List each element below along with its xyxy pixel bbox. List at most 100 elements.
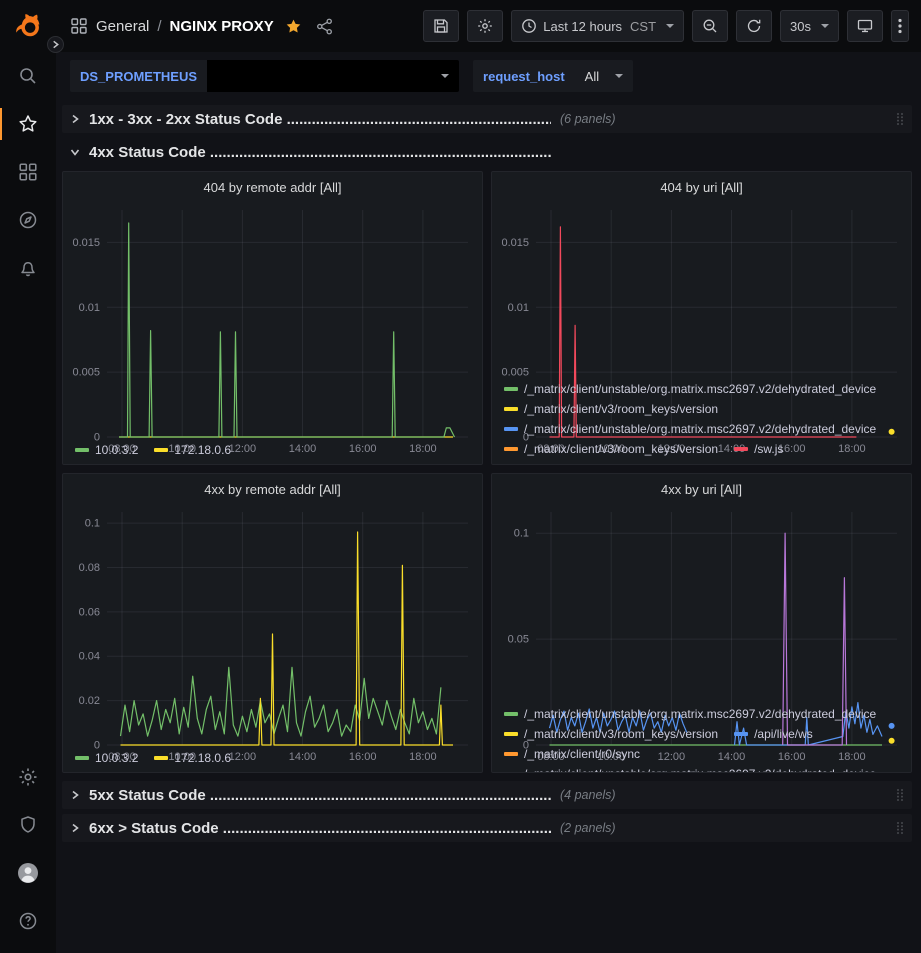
svg-text:0.08: 0.08	[79, 562, 100, 574]
variable-request-host: request_host All	[473, 60, 633, 92]
sidebar-item-configuration[interactable]	[0, 753, 56, 801]
variable-label-request-host: request_host	[473, 60, 575, 92]
dashboard-settings-button[interactable]	[467, 10, 503, 42]
sidebar-item-server-admin[interactable]	[0, 801, 56, 849]
legend-item[interactable]: /_matrix/client/unstable/org.matrix.msc2…	[504, 379, 876, 399]
panel-title-text: 404 by remote addr [All]	[203, 180, 341, 195]
legend-item[interactable]: /_matrix/client/v3/room_keys/version	[504, 399, 718, 419]
legend: 10.0.3.2 172.18.0.6	[63, 438, 482, 464]
legend-swatch	[504, 387, 518, 391]
dashboard-title[interactable]: NGINX PROXY	[170, 18, 274, 35]
row-title: 1xx - 3xx - 2xx Status Code ............…	[89, 111, 551, 128]
svg-text:0.06: 0.06	[79, 606, 100, 618]
legend-label: 172.18.0.6	[174, 440, 231, 460]
legend-item[interactable]: 10.0.3.2	[75, 748, 138, 768]
panel-title[interactable]: 4xx by remote addr [All]	[63, 474, 482, 504]
legend-item[interactable]: /sw.js	[734, 439, 783, 459]
legend-swatch	[734, 732, 748, 736]
legend-item[interactable]: 172.18.0.6	[154, 748, 231, 768]
sidebar-item-search[interactable]	[0, 52, 56, 100]
breadcrumb-folder[interactable]: General	[96, 18, 149, 35]
zoom-out-button[interactable]	[692, 10, 728, 42]
panel-title[interactable]: 404 by uri [All]	[492, 172, 911, 202]
cycle-view-mode-button[interactable]	[847, 10, 883, 42]
kebab-menu-button[interactable]	[891, 10, 909, 42]
sidebar-item-help[interactable]	[0, 897, 56, 945]
legend-swatch	[75, 448, 89, 452]
row-drag-handle[interactable]	[896, 788, 904, 802]
row-header-1xx-3xx-2xx[interactable]: 1xx - 3xx - 2xx Status Code ............…	[62, 105, 912, 133]
row-title: 4xx Status Code ........................…	[89, 144, 551, 161]
row-panel-count: (4 panels)	[560, 788, 616, 802]
sidebar-expand-button[interactable]	[47, 36, 64, 53]
save-dashboard-button[interactable]	[423, 10, 459, 42]
panel-4xx-by-remote-addr: 4xx by remote addr [All] 08:0010:0012:00…	[62, 473, 483, 773]
datasource-select[interactable]	[207, 60, 459, 92]
panel-title-text: 4xx by uri [All]	[661, 482, 742, 497]
dashboard-squares-icon	[70, 17, 88, 35]
legend-item[interactable]: /_matrix/client/unstable/org.matrix.msc2…	[504, 419, 876, 439]
legend-label: /_matrix/client/unstable/org.matrix.msc2…	[524, 379, 876, 399]
legend-item[interactable]: /_matrix/client/unstable/org.matrix.msc2…	[504, 704, 876, 724]
chart-404-by-remote-addr[interactable]: 08:0010:0012:0014:0016:0018:0000.0050.01…	[63, 202, 482, 438]
refresh-interval-label: 30s	[790, 19, 811, 34]
breadcrumb-separator: /	[157, 18, 161, 35]
gear-icon	[18, 767, 38, 787]
panel-404-by-uri: 404 by uri [All] 08:0010:0012:0014:0016:…	[491, 171, 912, 465]
chart-svg: 08:0010:0012:0014:0016:0018:0000.0050.01…	[63, 202, 482, 457]
time-range-picker[interactable]: Last 12 hours CST	[511, 10, 684, 42]
legend-item[interactable]: /_matrix/client/v3/room_keys/version	[504, 439, 718, 459]
variable-ds-prometheus: DS_PROMETHEUS	[70, 60, 459, 92]
legend-item[interactable]: 172.18.0.6	[154, 440, 231, 460]
row-panel-count: (2 panels)	[560, 821, 616, 835]
row-drag-handle[interactable]	[896, 112, 904, 126]
chevron-right-icon	[70, 114, 80, 124]
legend-item[interactable]: /_matrix/client/r0/sync	[504, 744, 640, 764]
drag-dots-icon	[896, 821, 904, 835]
legend-item[interactable]: /api/live/ws	[734, 724, 813, 744]
row-header-5xx[interactable]: 5xx Status Code ........................…	[62, 781, 912, 809]
legend-swatch	[504, 712, 518, 716]
row-header-4xx[interactable]: 4xx Status Code ........................…	[62, 138, 912, 166]
sidebar-item-dashboards[interactable]	[0, 148, 56, 196]
refresh-interval-picker[interactable]: 30s	[780, 10, 839, 42]
chart-4xx-by-remote-addr[interactable]: 08:0010:0012:0014:0016:0018:0000.020.040…	[63, 504, 482, 746]
row-title: 5xx Status Code ........................…	[89, 787, 551, 804]
sidebar-item-explore[interactable]	[0, 196, 56, 244]
legend-label: /_matrix/client/unstable/org.matrix.msc2…	[524, 704, 876, 724]
legend-item[interactable]: /_matrix/client/v3/room_keys/version	[504, 724, 718, 744]
chart-404-by-uri[interactable]: 08:0010:0012:0014:0016:0018:0000.0050.01…	[492, 202, 911, 377]
row-header-6xx[interactable]: 6xx > Status Code ......................…	[62, 814, 912, 842]
legend-swatch	[154, 756, 168, 760]
topbar: General / NGINX PROXY Last 12 hours CST	[56, 0, 921, 52]
legend-item[interactable]: /_matrix/client/unstable/org.matrix.msc2…	[504, 764, 876, 772]
legend-label: /_matrix/client/v3/room_keys/version	[524, 724, 718, 744]
panel-title[interactable]: 404 by remote addr [All]	[63, 172, 482, 202]
refresh-icon	[746, 18, 762, 34]
legend: /_matrix/client/unstable/org.matrix.msc2…	[492, 702, 911, 772]
legend-swatch	[75, 756, 89, 760]
request-host-select[interactable]: All	[575, 60, 633, 92]
legend-item[interactable]: 10.0.3.2	[75, 440, 138, 460]
row-title: 6xx > Status Code ......................…	[89, 820, 551, 837]
sidebar-item-alerting[interactable]	[0, 244, 56, 292]
legend-swatch	[504, 752, 518, 756]
panel-title[interactable]: 4xx by uri [All]	[492, 474, 911, 504]
chart-4xx-by-uri[interactable]: 08:0010:0012:0014:0016:0018:0000.050.1	[492, 504, 911, 702]
sidebar-item-profile[interactable]	[0, 849, 56, 897]
dashboards-grid-icon	[18, 162, 38, 182]
favorite-star-button[interactable]	[282, 16, 305, 37]
grafana-flame-icon	[13, 11, 43, 41]
legend-label: /_matrix/client/v3/room_keys/version	[524, 399, 718, 419]
refresh-button[interactable]	[736, 10, 772, 42]
sidebar-item-starred[interactable]	[0, 100, 56, 148]
legend-swatch	[504, 732, 518, 736]
share-button[interactable]	[313, 16, 336, 37]
search-icon	[18, 66, 38, 86]
svg-text:0.01: 0.01	[79, 302, 100, 314]
row-drag-handle[interactable]	[896, 821, 904, 835]
panel-title-text: 4xx by remote addr [All]	[204, 482, 341, 497]
svg-text:0.04: 0.04	[79, 651, 100, 663]
panel-grid: 404 by remote addr [All] 08:0010:0012:00…	[62, 171, 912, 773]
legend-swatch	[504, 447, 518, 451]
